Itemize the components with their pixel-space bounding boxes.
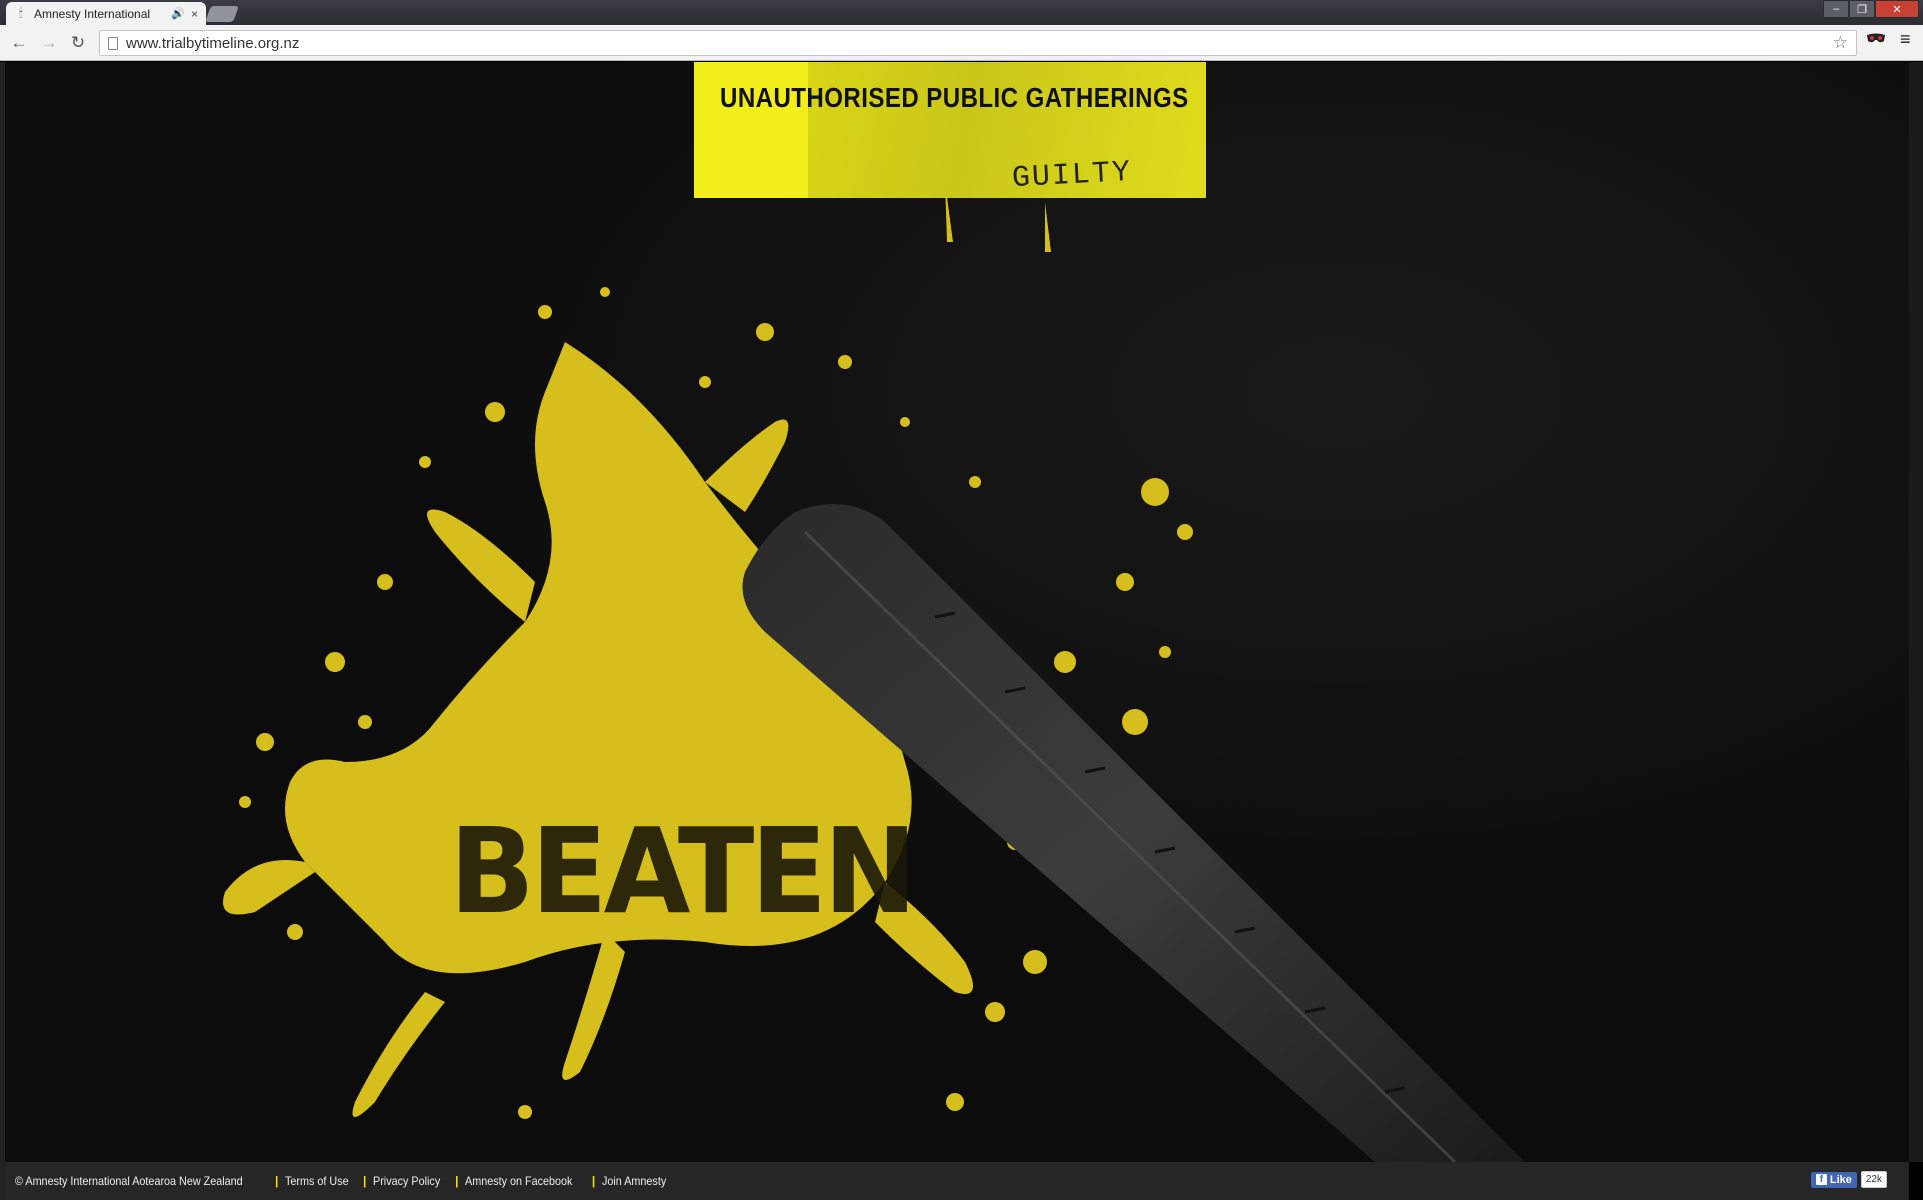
facebook-like-button[interactable]: f Like xyxy=(1810,1171,1857,1188)
like-label: Like xyxy=(1829,1173,1852,1186)
address-url[interactable]: www.trialbytimeline.org.nz xyxy=(126,35,1825,52)
browser-titlebar: 🕯 Amnesty International 🔊 × – ❐ ✕ xyxy=(0,0,1923,25)
tab-title: Amnesty International xyxy=(34,6,151,21)
menu-icon[interactable]: ≡ xyxy=(1900,29,1911,50)
footer-terms-link[interactable]: Terms of Use xyxy=(285,1174,349,1188)
footer-separator: | xyxy=(363,1174,367,1188)
reload-button[interactable]: ↻ xyxy=(67,32,89,54)
facebook-icon: f xyxy=(1815,1174,1827,1185)
minimize-button[interactable]: – xyxy=(1823,0,1849,18)
page-icon xyxy=(108,36,118,50)
page-footer: © Amnesty International Aotearoa New Zea… xyxy=(5,1162,1909,1200)
footer-separator: | xyxy=(455,1174,459,1188)
close-window-button[interactable]: ✕ xyxy=(1875,0,1919,18)
scrollbar-track[interactable] xyxy=(1909,62,1923,1162)
footer-join-link[interactable]: Join Amnesty xyxy=(602,1174,666,1188)
hero-word: BEATEN xyxy=(449,802,917,940)
back-button[interactable]: ← xyxy=(8,32,30,54)
footer-copyright-link[interactable]: © Amnesty International Aotearoa New Zea… xyxy=(15,1174,243,1188)
forward-button[interactable]: → xyxy=(38,32,60,54)
facebook-like-widget: f Like 22k xyxy=(1810,1171,1887,1188)
tab-close-icon[interactable]: × xyxy=(191,7,198,21)
mask-icon[interactable] xyxy=(1866,32,1886,49)
footer-separator: | xyxy=(591,1174,596,1188)
footer-facebook-link[interactable]: Amnesty on Facebook xyxy=(465,1174,572,1188)
restore-button[interactable]: ❐ xyxy=(1849,0,1875,18)
page-viewport: BEATEN UNAUTHORISED PUBLIC GATHERINGS GU… xyxy=(5,62,1909,1162)
browser-tab[interactable]: 🕯 Amnesty International 🔊 × xyxy=(6,2,206,25)
hero-illustration xyxy=(5,62,1909,1162)
footer-privacy-link[interactable]: Privacy Policy xyxy=(373,1174,440,1188)
browser-toolbar: ← → ↻ www.trialbytimeline.org.nz ☆ ≡ xyxy=(0,25,1923,61)
footer-separator: | xyxy=(275,1174,279,1188)
speaker-icon[interactable]: 🔊 xyxy=(171,7,185,20)
window-controls: – ❐ ✕ xyxy=(1823,0,1919,18)
bookmark-star-icon[interactable]: ☆ xyxy=(1833,33,1848,53)
like-count: 22k xyxy=(1860,1171,1887,1188)
verdict-banner: UNAUTHORISED PUBLIC GATHERINGS GUILTY xyxy=(694,62,1206,198)
banner-verdict: GUILTY xyxy=(1011,155,1133,197)
banner-heading: UNAUTHORISED PUBLIC GATHERINGS xyxy=(720,82,1189,113)
new-tab-button[interactable] xyxy=(205,6,239,22)
address-bar[interactable]: www.trialbytimeline.org.nz ☆ xyxy=(99,30,1857,56)
amnesty-candle-icon: 🕯 xyxy=(19,6,23,20)
